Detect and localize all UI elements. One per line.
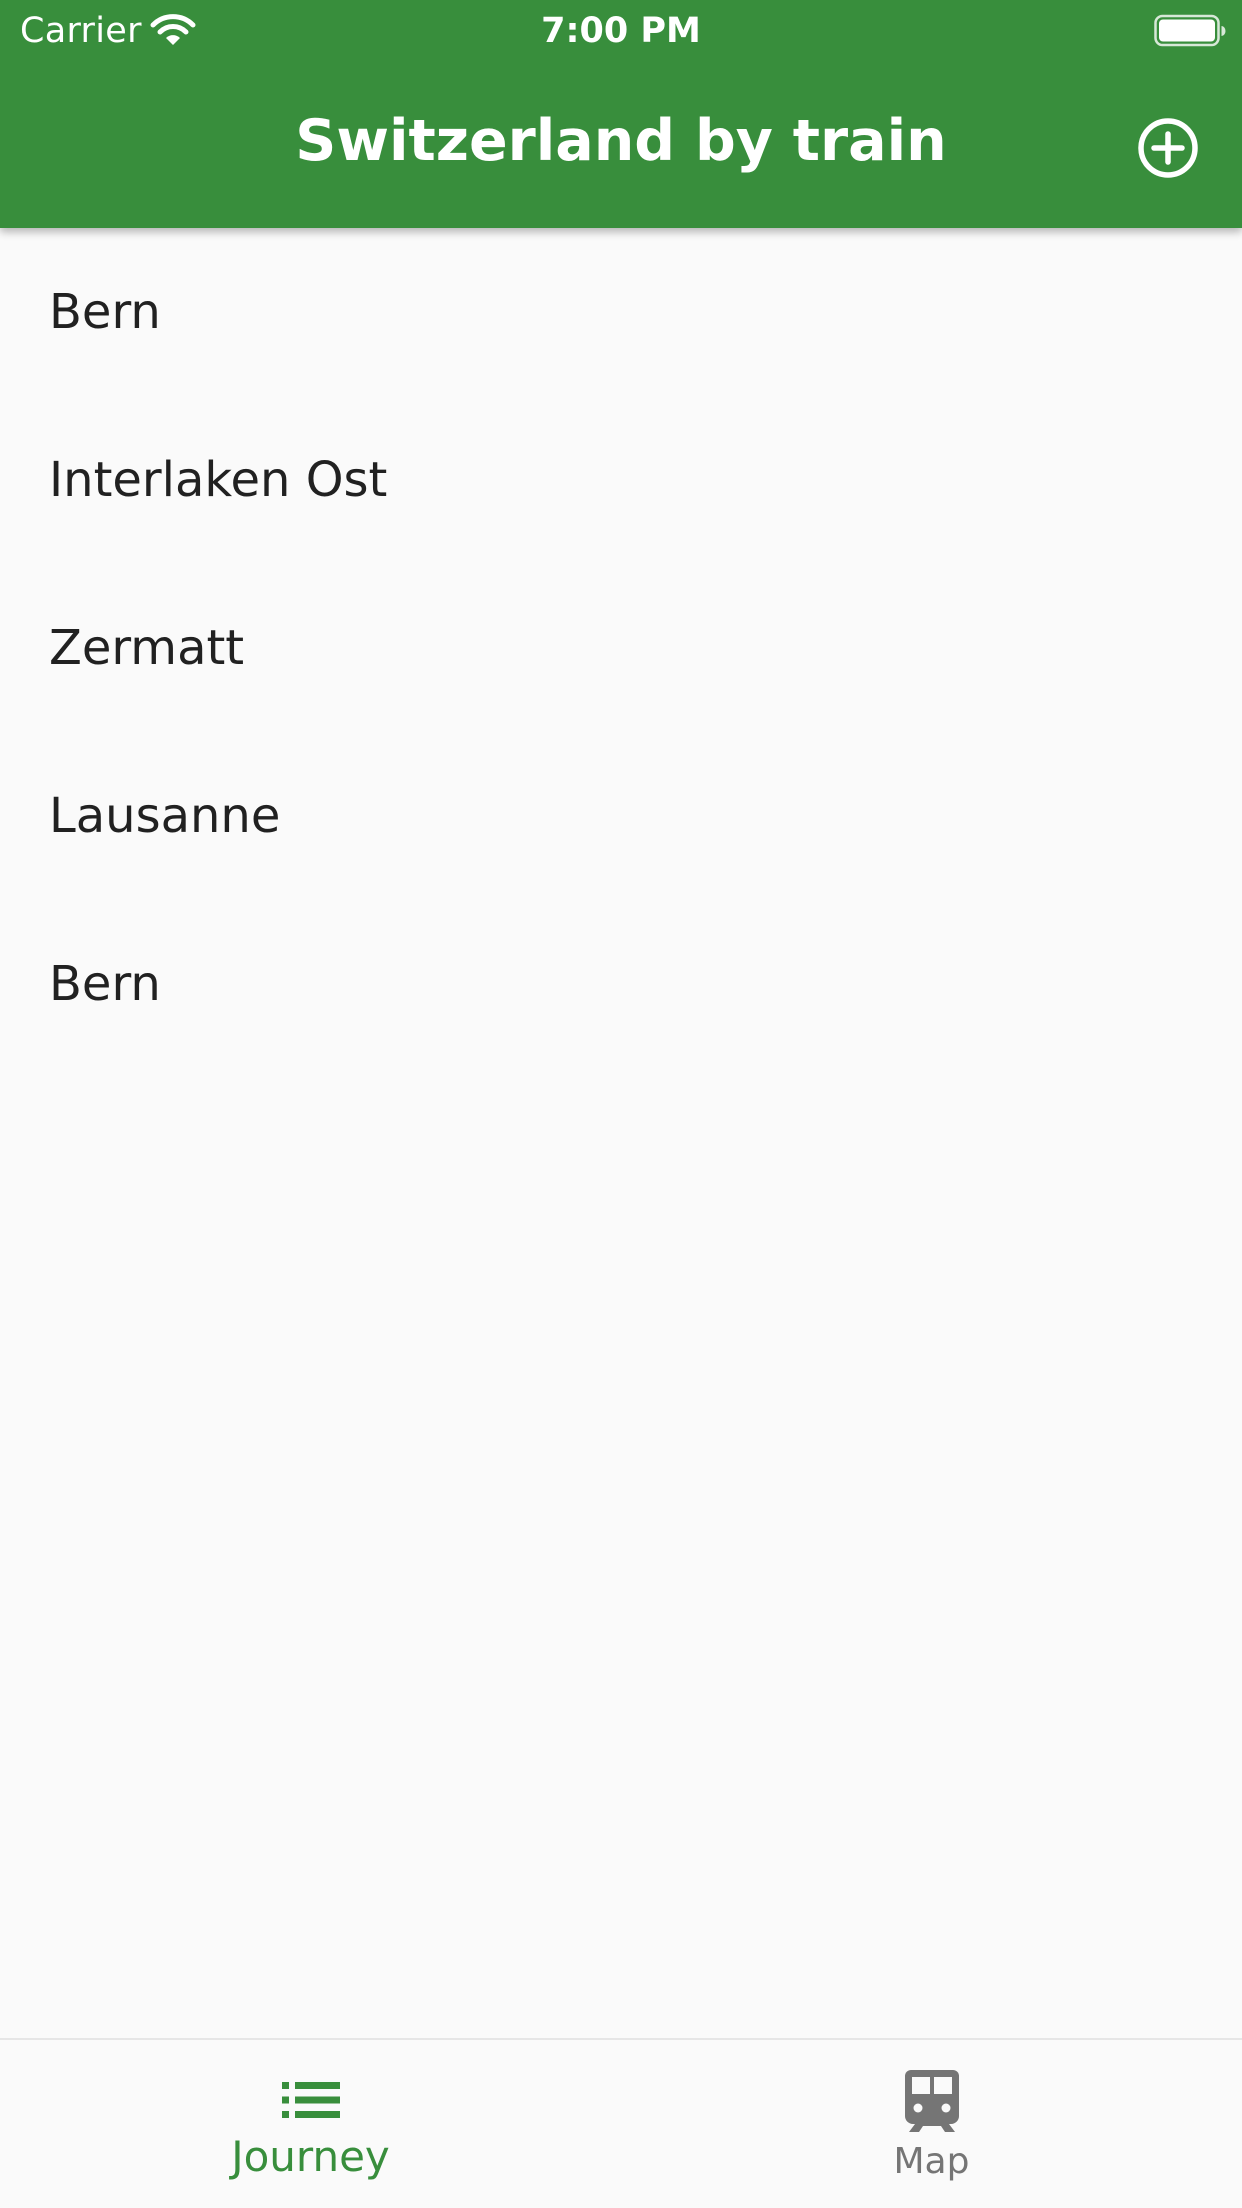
page-title: Switzerland by train xyxy=(295,108,947,174)
tab-journey[interactable]: Journey xyxy=(0,2040,621,2208)
list-icon xyxy=(281,2082,340,2118)
list-item[interactable]: Zermatt xyxy=(0,564,1242,732)
status-bar: Carrier 7:00 PM xyxy=(0,0,1242,62)
list-item[interactable]: Interlaken Ost xyxy=(0,396,1242,564)
battery-icon xyxy=(1154,14,1226,47)
status-time: 7:00 PM xyxy=(541,11,701,51)
train-icon xyxy=(904,2070,959,2132)
tab-map-label: Map xyxy=(893,2141,970,2182)
list-item[interactable]: Bern xyxy=(0,900,1242,1068)
bottom-navigation: Journey Map xyxy=(0,2038,1242,2208)
tab-map[interactable]: Map xyxy=(621,2040,1242,2208)
list-item[interactable]: Lausanne xyxy=(0,732,1242,900)
journey-list: Bern Interlaken Ost Zermatt Lausanne Ber… xyxy=(0,228,1242,1068)
tab-journey-label: Journey xyxy=(231,2132,390,2181)
list-item[interactable]: Bern xyxy=(0,228,1242,396)
add-stop-button[interactable] xyxy=(1132,112,1204,184)
app-bar: Switzerland by train xyxy=(0,62,1242,228)
add-circle-icon xyxy=(1138,118,1198,178)
